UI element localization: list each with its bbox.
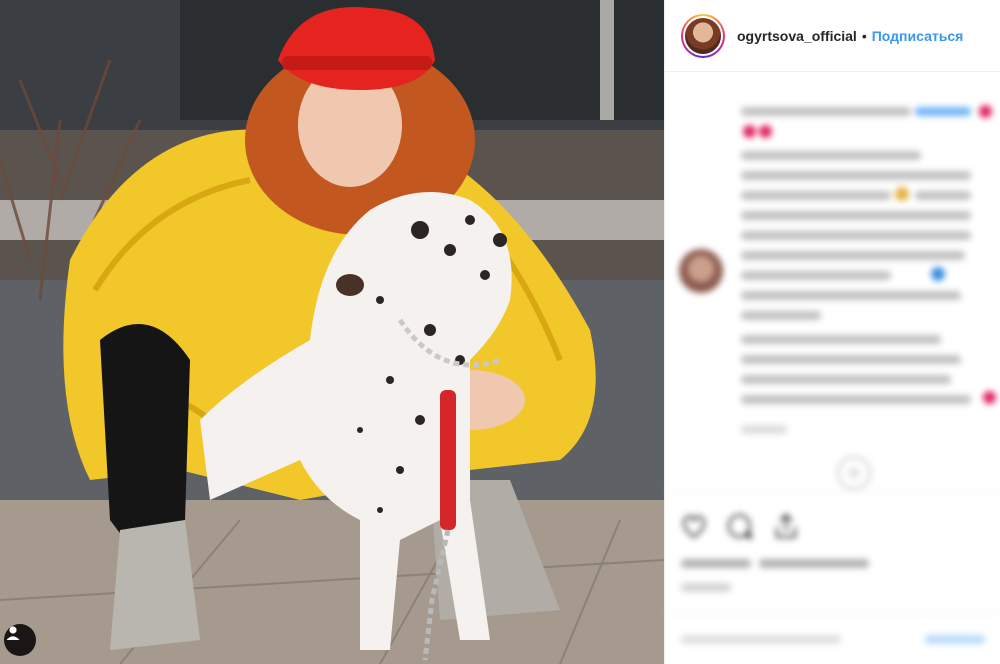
avatar-image [683, 15, 723, 56]
share-button[interactable] [771, 511, 801, 541]
comment-placeholder [681, 635, 841, 644]
heart-icon [682, 515, 706, 539]
load-more-button[interactable] [837, 456, 871, 490]
username-link[interactable]: ogyrtsova_official [737, 28, 857, 44]
emoji [895, 187, 909, 201]
caption-line [741, 191, 891, 200]
timestamp [741, 425, 787, 434]
photo-illustration [0, 0, 664, 664]
caption-line [741, 251, 965, 260]
comment-avatar [679, 249, 723, 293]
separator-dot: • [861, 27, 867, 44]
caption-line [915, 191, 971, 200]
caption-line [741, 395, 971, 404]
caption-line [741, 107, 911, 116]
caption-line [741, 375, 951, 384]
post-header: ogyrtsova_official • Подписаться [665, 0, 1000, 72]
heart-emoji [759, 125, 772, 138]
caption-line [741, 311, 821, 320]
post-side-panel: ogyrtsova_official • Подписаться [664, 0, 1000, 664]
comment-icon [727, 513, 753, 540]
post-photo[interactable] [0, 0, 664, 664]
tag-people-button[interactable] [4, 624, 36, 656]
caption-line [741, 151, 921, 160]
likes-label [759, 559, 869, 568]
likes-count [681, 559, 751, 568]
instagram-post-modal: ogyrtsova_official • Подписаться [0, 0, 1000, 664]
caption-line [741, 355, 961, 364]
divider [665, 491, 1000, 492]
caption-line [741, 211, 971, 220]
heart-emoji [743, 125, 756, 138]
publish-button[interactable] [925, 635, 985, 644]
caption-line [741, 335, 941, 344]
caption-line [741, 291, 961, 300]
share-icon [776, 513, 796, 538]
add-comment-field[interactable] [665, 613, 1000, 664]
heart-emoji [979, 105, 992, 118]
post-date [681, 583, 731, 592]
plus-circle-icon [847, 466, 861, 480]
caption-line [741, 231, 971, 240]
blurred-comments-area [665, 73, 1000, 664]
emoji [931, 267, 945, 281]
person-tag-icon [6, 626, 20, 640]
heart-emoji [983, 391, 996, 404]
caption-line [741, 171, 971, 180]
avatar[interactable] [681, 13, 725, 58]
like-button[interactable] [679, 511, 709, 541]
caption-mention [915, 107, 971, 116]
caption-line [741, 271, 891, 280]
follow-button[interactable]: Подписаться [872, 28, 964, 44]
comment-button[interactable] [725, 511, 755, 541]
